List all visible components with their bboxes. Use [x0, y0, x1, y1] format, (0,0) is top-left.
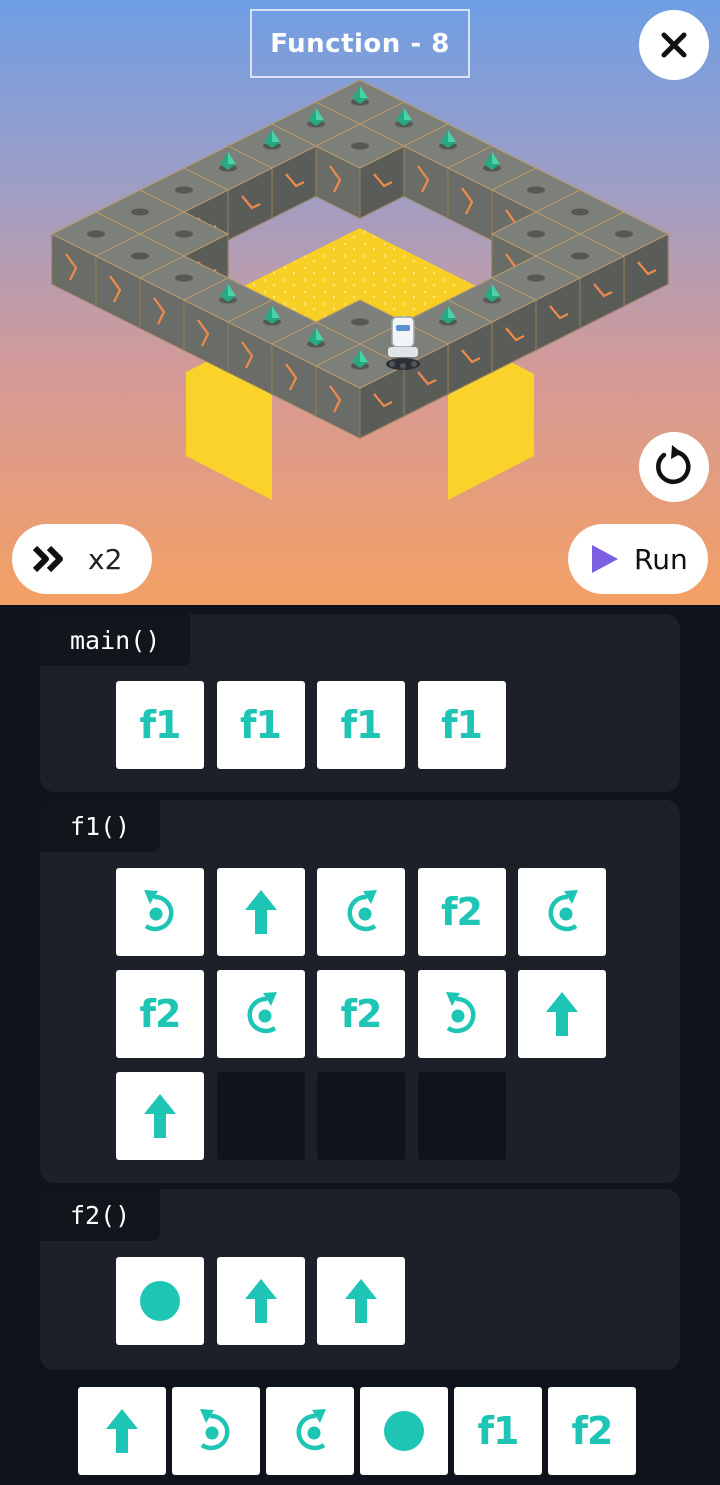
function-call-label: f2: [340, 992, 383, 1036]
run-button[interactable]: Run: [568, 524, 708, 594]
turn-left-icon: [200, 1409, 230, 1451]
fast-forward-icon: [32, 545, 63, 573]
forward-command[interactable]: [78, 1387, 166, 1475]
main-procedure-label: main(): [40, 614, 191, 666]
turn-right-icon: [548, 890, 578, 932]
light-command[interactable]: [360, 1387, 448, 1475]
f2-call-command[interactable]: f2: [317, 970, 405, 1058]
f1-call-command[interactable]: f1: [317, 681, 405, 769]
forward-command[interactable]: [216, 1257, 305, 1345]
forward-command[interactable]: [116, 1072, 204, 1160]
f2-call-command[interactable]: f2: [548, 1387, 636, 1475]
function-call-label: f1: [441, 703, 483, 747]
light-dot-icon: [384, 1411, 424, 1451]
f1-call-command[interactable]: f1: [216, 681, 305, 769]
main-procedure-panel: main() f1 f1 f1 f1: [40, 614, 680, 792]
f1-slots: f2 f2 f2: [116, 868, 606, 1160]
function-call-label: f1: [139, 703, 182, 747]
main-slots: f1 f1 f1 f1: [116, 681, 606, 769]
speed-button[interactable]: x2: [12, 524, 152, 594]
forward-command[interactable]: [216, 868, 305, 956]
forward-command[interactable]: [317, 1257, 405, 1345]
arrow-up-icon: [546, 992, 578, 1036]
turn-right-icon: [247, 992, 277, 1034]
turn-left-command[interactable]: [172, 1387, 260, 1475]
command-palette: f1 f2: [78, 1387, 636, 1475]
light-dot-icon: [140, 1281, 180, 1321]
function-call-label: f2: [441, 890, 483, 934]
arrow-up-icon: [244, 890, 277, 934]
f2-slots: [116, 1257, 606, 1345]
function-call-label: f2: [139, 992, 182, 1036]
function-call-label: f1: [240, 703, 282, 747]
game-board: [50, 79, 670, 500]
reset-icon: [656, 445, 691, 484]
turn-right-icon: [296, 1409, 326, 1451]
level-title: Function - 8: [250, 9, 470, 78]
game-scene: Function - 8 x2 Run: [0, 0, 720, 605]
f1-procedure-label: f1(): [40, 800, 161, 852]
f2-call-command[interactable]: f2: [417, 868, 506, 956]
speed-label: x2: [88, 542, 123, 576]
f1-call-command[interactable]: f1: [116, 681, 204, 769]
f2-call-command[interactable]: f2: [116, 970, 204, 1058]
arrow-up-icon: [244, 1279, 277, 1323]
close-icon: [661, 32, 687, 58]
arrow-up-icon: [106, 1409, 138, 1453]
empty-slot[interactable]: [216, 1072, 305, 1160]
turn-left-icon: [445, 992, 475, 1034]
f1-call-command[interactable]: f1: [454, 1387, 542, 1475]
f2-procedure-panel: f2(): [40, 1189, 680, 1370]
turn-right-command[interactable]: [266, 1387, 354, 1475]
turn-right-icon: [347, 890, 377, 932]
function-call-label: f1: [340, 703, 383, 747]
f1-procedure-panel: f1() f2 f2 f2: [40, 800, 680, 1183]
reset-button[interactable]: [639, 432, 709, 502]
turn-left-command[interactable]: [116, 868, 204, 956]
function-call-label: f2: [571, 1409, 614, 1453]
turn-right-command[interactable]: [518, 868, 606, 956]
play-icon: [592, 545, 618, 573]
light-command[interactable]: [116, 1257, 204, 1345]
forward-command[interactable]: [518, 970, 606, 1058]
turn-left-icon: [144, 890, 174, 932]
empty-slot[interactable]: [417, 1072, 506, 1160]
turn-left-command[interactable]: [417, 970, 506, 1058]
close-button[interactable]: [639, 10, 709, 80]
arrow-up-icon: [144, 1094, 176, 1138]
arrow-up-icon: [345, 1279, 377, 1323]
turn-right-command[interactable]: [216, 970, 305, 1058]
turn-right-command[interactable]: [317, 868, 405, 956]
run-label: Run: [634, 542, 688, 576]
f1-call-command[interactable]: f1: [417, 681, 506, 769]
empty-slot[interactable]: [317, 1072, 405, 1160]
function-call-label: f1: [477, 1409, 520, 1453]
f2-procedure-label: f2(): [40, 1189, 161, 1241]
